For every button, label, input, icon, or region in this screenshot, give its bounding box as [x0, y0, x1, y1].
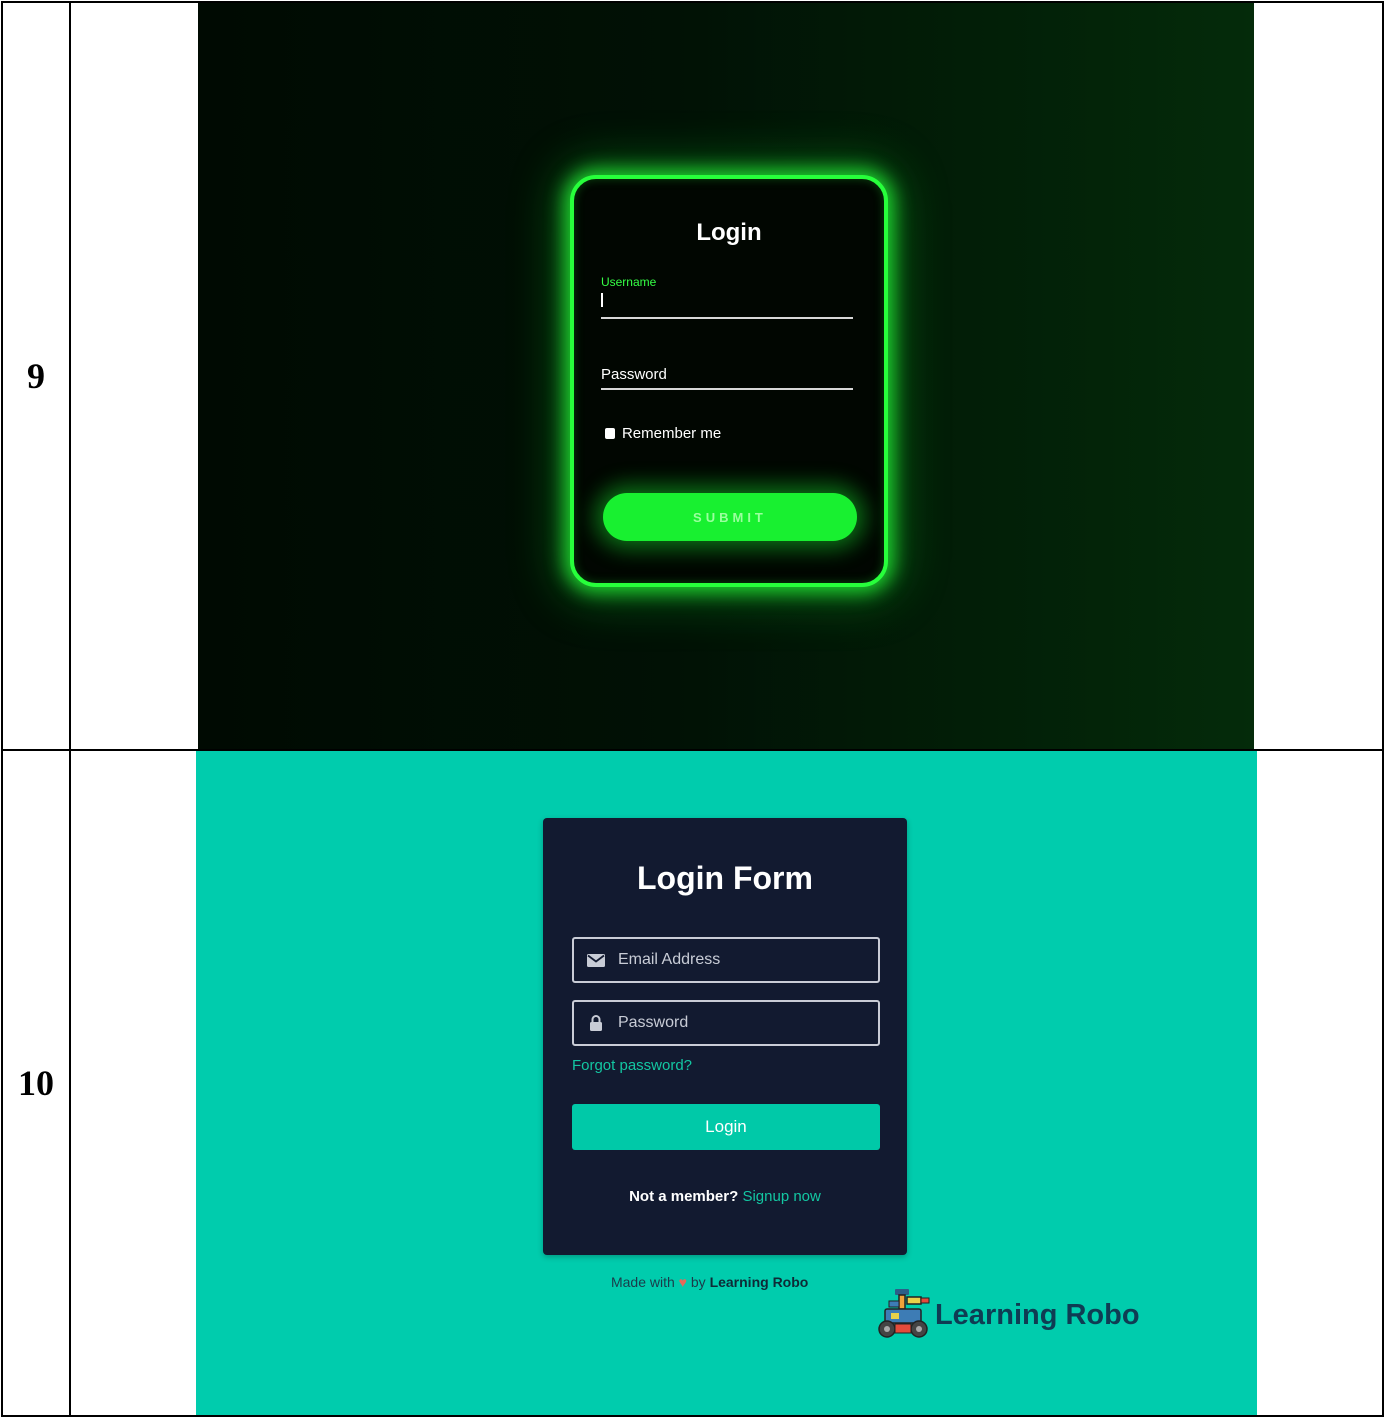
made-with-prefix: Made with	[610, 1274, 675, 1290]
lock-icon	[586, 1015, 606, 1031]
login-button[interactable]: Login	[571, 1104, 880, 1150]
forgot-password-link[interactable]: Forgot password?	[572, 1057, 692, 1074]
robot-icon	[877, 1287, 933, 1344]
not-member-text: Not a member?	[629, 1188, 739, 1205]
submit-button[interactable]: SUBMIT	[602, 493, 857, 541]
row-number: 10	[17, 1063, 54, 1103]
screenshot-cell: Login Form Email Address Password Forgot	[68, 749, 1384, 1417]
document-table: 9 Login Username Password Remember me SU…	[1, 1, 1384, 1417]
made-with-brand[interactable]: Learning Robo	[710, 1274, 809, 1290]
signup-link[interactable]: Signup now	[742, 1188, 820, 1205]
row-number-cell: 10	[1, 749, 71, 1417]
email-field[interactable]: Email Address	[571, 937, 880, 983]
login-title: Login	[696, 219, 762, 246]
logo-text: Learning Robo	[934, 1299, 1140, 1331]
username-label: Username	[600, 275, 657, 289]
heart-icon: ♥	[678, 1274, 687, 1290]
row-number: 9	[26, 356, 45, 396]
password-placeholder: Password	[617, 1014, 689, 1031]
password-label: Password	[600, 366, 667, 383]
login-form-title: Login Form	[636, 860, 813, 896]
text-caret	[600, 293, 603, 307]
row-number-cell: 9	[1, 1, 71, 751]
remember-checkbox[interactable]	[604, 428, 615, 439]
made-with-by: by	[690, 1274, 706, 1290]
learning-robo-logo: Learning Robo	[877, 1287, 1140, 1344]
email-placeholder: Email Address	[617, 951, 721, 968]
remember-label: Remember me	[621, 425, 722, 442]
table-row: 9 Login Username Password Remember me SU…	[1, 1, 1384, 751]
signup-prompt: Not a member? Signup now	[543, 1188, 907, 1205]
password-field[interactable]: Password	[571, 1000, 880, 1046]
login-card: Login Username Password Remember me SUBM…	[569, 175, 888, 587]
remember-me[interactable]: Remember me	[604, 425, 722, 442]
teal-login-screenshot: Login Form Email Address Password Forgot	[195, 751, 1257, 1415]
screenshot-cell: Login Username Password Remember me SUBM…	[68, 1, 1384, 751]
table-row: 10 Login Form Email Address Password For…	[1, 749, 1384, 1417]
password-field[interactable]: Password	[600, 360, 853, 390]
envelope-icon	[586, 952, 606, 968]
username-field[interactable]: Username	[600, 275, 853, 319]
login-form-card: Login Form Email Address Password Forgot	[542, 818, 907, 1255]
neon-login-screenshot: Login Username Password Remember me SUBM…	[197, 3, 1254, 749]
made-with-credit: Made with ♥ by Learning Robo	[611, 1274, 808, 1290]
